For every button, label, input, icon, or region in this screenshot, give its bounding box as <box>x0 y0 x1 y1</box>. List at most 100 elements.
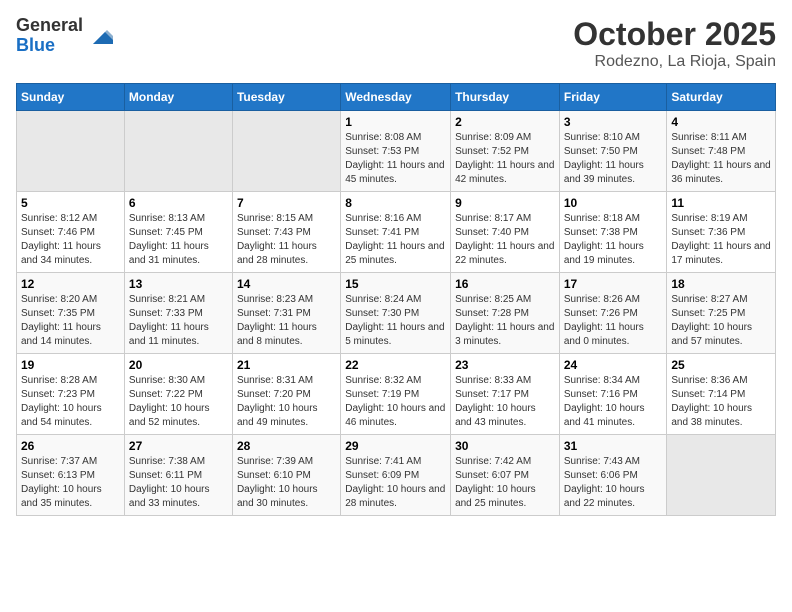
calendar-week-row: 26 Sunrise: 7:37 AM Sunset: 6:13 PM Dayli… <box>17 435 776 516</box>
day-number: 28 <box>237 439 336 453</box>
calendar-header-row: SundayMondayTuesdayWednesdayThursdayFrid… <box>17 84 776 111</box>
day-info: Sunrise: 8:33 AM Sunset: 7:17 PM Dayligh… <box>455 374 555 430</box>
day-number: 12 <box>21 277 120 291</box>
day-info: Sunrise: 8:31 AM Sunset: 7:20 PM Dayligh… <box>237 374 336 430</box>
day-number: 17 <box>564 277 663 291</box>
calendar-cell: 23Sunrise: 8:33 AM Sunset: 7:17 PM Dayli… <box>451 354 560 435</box>
day-number: 22 <box>345 358 446 372</box>
day-of-week-header: Monday <box>124 84 232 111</box>
day-number: 19 <box>21 358 120 372</box>
logo: General Blue <box>16 16 113 56</box>
calendar-cell: 4 Sunrise: 8:11 AM Sunset: 7:48 PM Daylig… <box>667 111 776 192</box>
calendar-cell: 10Sunrise: 8:18 AM Sunset: 7:38 PM Dayli… <box>559 192 667 273</box>
calendar-cell: 5 Sunrise: 8:12 AM Sunset: 7:46 PM Daylig… <box>17 192 125 273</box>
day-number: 24 <box>564 358 663 372</box>
day-info: Sunrise: 8:18 AM Sunset: 7:38 PM Dayligh… <box>564 212 663 268</box>
day-number: 15 <box>345 277 446 291</box>
day-info: Sunrise: 8:36 AM Sunset: 7:14 PM Dayligh… <box>671 374 771 430</box>
calendar-cell: 25 Sunrise: 8:36 AM Sunset: 7:14 PM Dayli… <box>667 354 776 435</box>
day-of-week-header: Thursday <box>451 84 560 111</box>
calendar-cell <box>667 435 776 516</box>
day-info: Sunrise: 8:17 AM Sunset: 7:40 PM Dayligh… <box>455 212 555 268</box>
day-info: Sunrise: 7:43 AM Sunset: 6:06 PM Dayligh… <box>564 455 663 511</box>
day-number: 4 <box>671 115 771 129</box>
day-info: Sunrise: 8:26 AM Sunset: 7:26 PM Dayligh… <box>564 293 663 349</box>
day-number: 14 <box>237 277 336 291</box>
day-info: Sunrise: 7:41 AM Sunset: 6:09 PM Dayligh… <box>345 455 446 511</box>
day-info: Sunrise: 8:30 AM Sunset: 7:22 PM Dayligh… <box>129 374 228 430</box>
day-number: 1 <box>345 115 446 129</box>
day-number: 2 <box>455 115 555 129</box>
calendar-cell: 27 Sunrise: 7:38 AM Sunset: 6:11 PM Dayli… <box>124 435 232 516</box>
day-number: 13 <box>129 277 228 291</box>
day-info: Sunrise: 7:39 AM Sunset: 6:10 PM Dayligh… <box>237 455 336 511</box>
day-number: 9 <box>455 196 555 210</box>
calendar-cell: 17 Sunrise: 8:26 AM Sunset: 7:26 PM Dayli… <box>559 273 667 354</box>
calendar-cell: 8 Sunrise: 8:16 AM Sunset: 7:41 PM Daylig… <box>341 192 451 273</box>
day-number: 5 <box>21 196 120 210</box>
calendar-cell <box>124 111 232 192</box>
day-number: 3 <box>564 115 663 129</box>
calendar-cell: 16Sunrise: 8:25 AM Sunset: 7:28 PM Dayli… <box>451 273 560 354</box>
page-header: General Blue October 2025 Rodezno, La Ri… <box>16 16 776 71</box>
day-info: Sunrise: 8:28 AM Sunset: 7:23 PM Dayligh… <box>21 374 120 430</box>
calendar-cell: 15 Sunrise: 8:24 AM Sunset: 7:30 PM Dayli… <box>341 273 451 354</box>
day-of-week-header: Wednesday <box>341 84 451 111</box>
day-info: Sunrise: 8:32 AM Sunset: 7:19 PM Dayligh… <box>345 374 446 430</box>
day-number: 25 <box>671 358 771 372</box>
day-info: Sunrise: 8:10 AM Sunset: 7:50 PM Dayligh… <box>564 131 663 187</box>
day-info: Sunrise: 8:15 AM Sunset: 7:43 PM Dayligh… <box>237 212 336 268</box>
calendar-week-row: 12Sunrise: 8:20 AM Sunset: 7:35 PM Dayli… <box>17 273 776 354</box>
day-info: Sunrise: 7:42 AM Sunset: 6:07 PM Dayligh… <box>455 455 555 511</box>
day-number: 11 <box>671 196 771 210</box>
calendar-cell: 26 Sunrise: 7:37 AM Sunset: 6:13 PM Dayli… <box>17 435 125 516</box>
day-number: 27 <box>129 439 228 453</box>
calendar-cell: 30Sunrise: 7:42 AM Sunset: 6:07 PM Dayli… <box>451 435 560 516</box>
day-info: Sunrise: 8:24 AM Sunset: 7:30 PM Dayligh… <box>345 293 446 349</box>
day-number: 18 <box>671 277 771 291</box>
calendar-cell: 19 Sunrise: 8:28 AM Sunset: 7:23 PM Dayli… <box>17 354 125 435</box>
calendar-cell: 14 Sunrise: 8:23 AM Sunset: 7:31 PM Dayli… <box>232 273 340 354</box>
day-number: 26 <box>21 439 120 453</box>
calendar-cell: 9 Sunrise: 8:17 AM Sunset: 7:40 PM Daylig… <box>451 192 560 273</box>
calendar-week-row: 19 Sunrise: 8:28 AM Sunset: 7:23 PM Dayli… <box>17 354 776 435</box>
logo-general: General <box>16 15 83 35</box>
day-info: Sunrise: 8:34 AM Sunset: 7:16 PM Dayligh… <box>564 374 663 430</box>
logo-blue: Blue <box>16 35 55 55</box>
day-info: Sunrise: 8:23 AM Sunset: 7:31 PM Dayligh… <box>237 293 336 349</box>
calendar-cell: 24 Sunrise: 8:34 AM Sunset: 7:16 PM Dayli… <box>559 354 667 435</box>
day-info: Sunrise: 8:21 AM Sunset: 7:33 PM Dayligh… <box>129 293 228 349</box>
day-info: Sunrise: 8:12 AM Sunset: 7:46 PM Dayligh… <box>21 212 120 268</box>
calendar-table: SundayMondayTuesdayWednesdayThursdayFrid… <box>16 83 776 516</box>
calendar-cell: 20Sunrise: 8:30 AM Sunset: 7:22 PM Dayli… <box>124 354 232 435</box>
calendar-cell <box>17 111 125 192</box>
day-of-week-header: Tuesday <box>232 84 340 111</box>
calendar-cell: 31 Sunrise: 7:43 AM Sunset: 6:06 PM Dayli… <box>559 435 667 516</box>
calendar-cell <box>232 111 340 192</box>
calendar-cell: 13 Sunrise: 8:21 AM Sunset: 7:33 PM Dayli… <box>124 273 232 354</box>
day-number: 8 <box>345 196 446 210</box>
logo-icon <box>85 22 113 50</box>
calendar-cell: 11Sunrise: 8:19 AM Sunset: 7:36 PM Dayli… <box>667 192 776 273</box>
day-number: 29 <box>345 439 446 453</box>
day-of-week-header: Friday <box>559 84 667 111</box>
calendar-cell: 12Sunrise: 8:20 AM Sunset: 7:35 PM Dayli… <box>17 273 125 354</box>
day-number: 31 <box>564 439 663 453</box>
day-number: 6 <box>129 196 228 210</box>
calendar-cell: 2Sunrise: 8:09 AM Sunset: 7:52 PM Daylig… <box>451 111 560 192</box>
calendar-cell: 7 Sunrise: 8:15 AM Sunset: 7:43 PM Daylig… <box>232 192 340 273</box>
calendar-cell: 29 Sunrise: 7:41 AM Sunset: 6:09 PM Dayli… <box>341 435 451 516</box>
day-number: 16 <box>455 277 555 291</box>
day-info: Sunrise: 7:37 AM Sunset: 6:13 PM Dayligh… <box>21 455 120 511</box>
day-of-week-header: Saturday <box>667 84 776 111</box>
page-title: October 2025 <box>573 16 776 53</box>
day-number: 7 <box>237 196 336 210</box>
day-info: Sunrise: 8:16 AM Sunset: 7:41 PM Dayligh… <box>345 212 446 268</box>
day-info: Sunrise: 7:38 AM Sunset: 6:11 PM Dayligh… <box>129 455 228 511</box>
day-info: Sunrise: 8:11 AM Sunset: 7:48 PM Dayligh… <box>671 131 771 187</box>
calendar-week-row: 1Sunrise: 8:08 AM Sunset: 7:53 PM Daylig… <box>17 111 776 192</box>
calendar-cell: 18Sunrise: 8:27 AM Sunset: 7:25 PM Dayli… <box>667 273 776 354</box>
calendar-cell: 28 Sunrise: 7:39 AM Sunset: 6:10 PM Dayli… <box>232 435 340 516</box>
calendar-cell: 3 Sunrise: 8:10 AM Sunset: 7:50 PM Daylig… <box>559 111 667 192</box>
calendar-cell: 22 Sunrise: 8:32 AM Sunset: 7:19 PM Dayli… <box>341 354 451 435</box>
